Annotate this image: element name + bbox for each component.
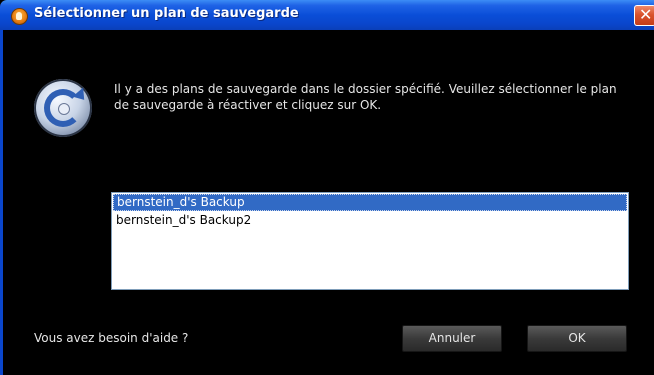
help-link[interactable]: Vous avez besoin d'aide ? bbox=[34, 331, 188, 345]
cancel-button[interactable]: Annuler bbox=[402, 325, 502, 352]
title-bar[interactable]: Sélectionner un plan de sauvegarde ✕ bbox=[0, 0, 654, 30]
list-item[interactable]: bernstein_d's Backup bbox=[113, 194, 627, 211]
window-title: Sélectionner un plan de sauvegarde bbox=[34, 6, 299, 21]
hub-shape bbox=[58, 103, 70, 115]
close-icon: ✕ bbox=[639, 5, 653, 24]
close-button[interactable]: ✕ bbox=[634, 5, 654, 26]
backup-clock-icon bbox=[34, 79, 92, 137]
dialog-window: Sélectionner un plan de sauvegarde ✕ Il … bbox=[0, 0, 654, 375]
ok-button[interactable]: OK bbox=[527, 325, 627, 352]
instruction-text: Il y a des plans de sauvegarde dans le d… bbox=[114, 82, 617, 112]
app-orange-icon bbox=[11, 8, 28, 25]
list-item[interactable]: bernstein_d's Backup2 bbox=[113, 212, 627, 229]
backup-plan-list[interactable]: bernstein_d's Backup bernstein_d's Backu… bbox=[111, 192, 629, 290]
